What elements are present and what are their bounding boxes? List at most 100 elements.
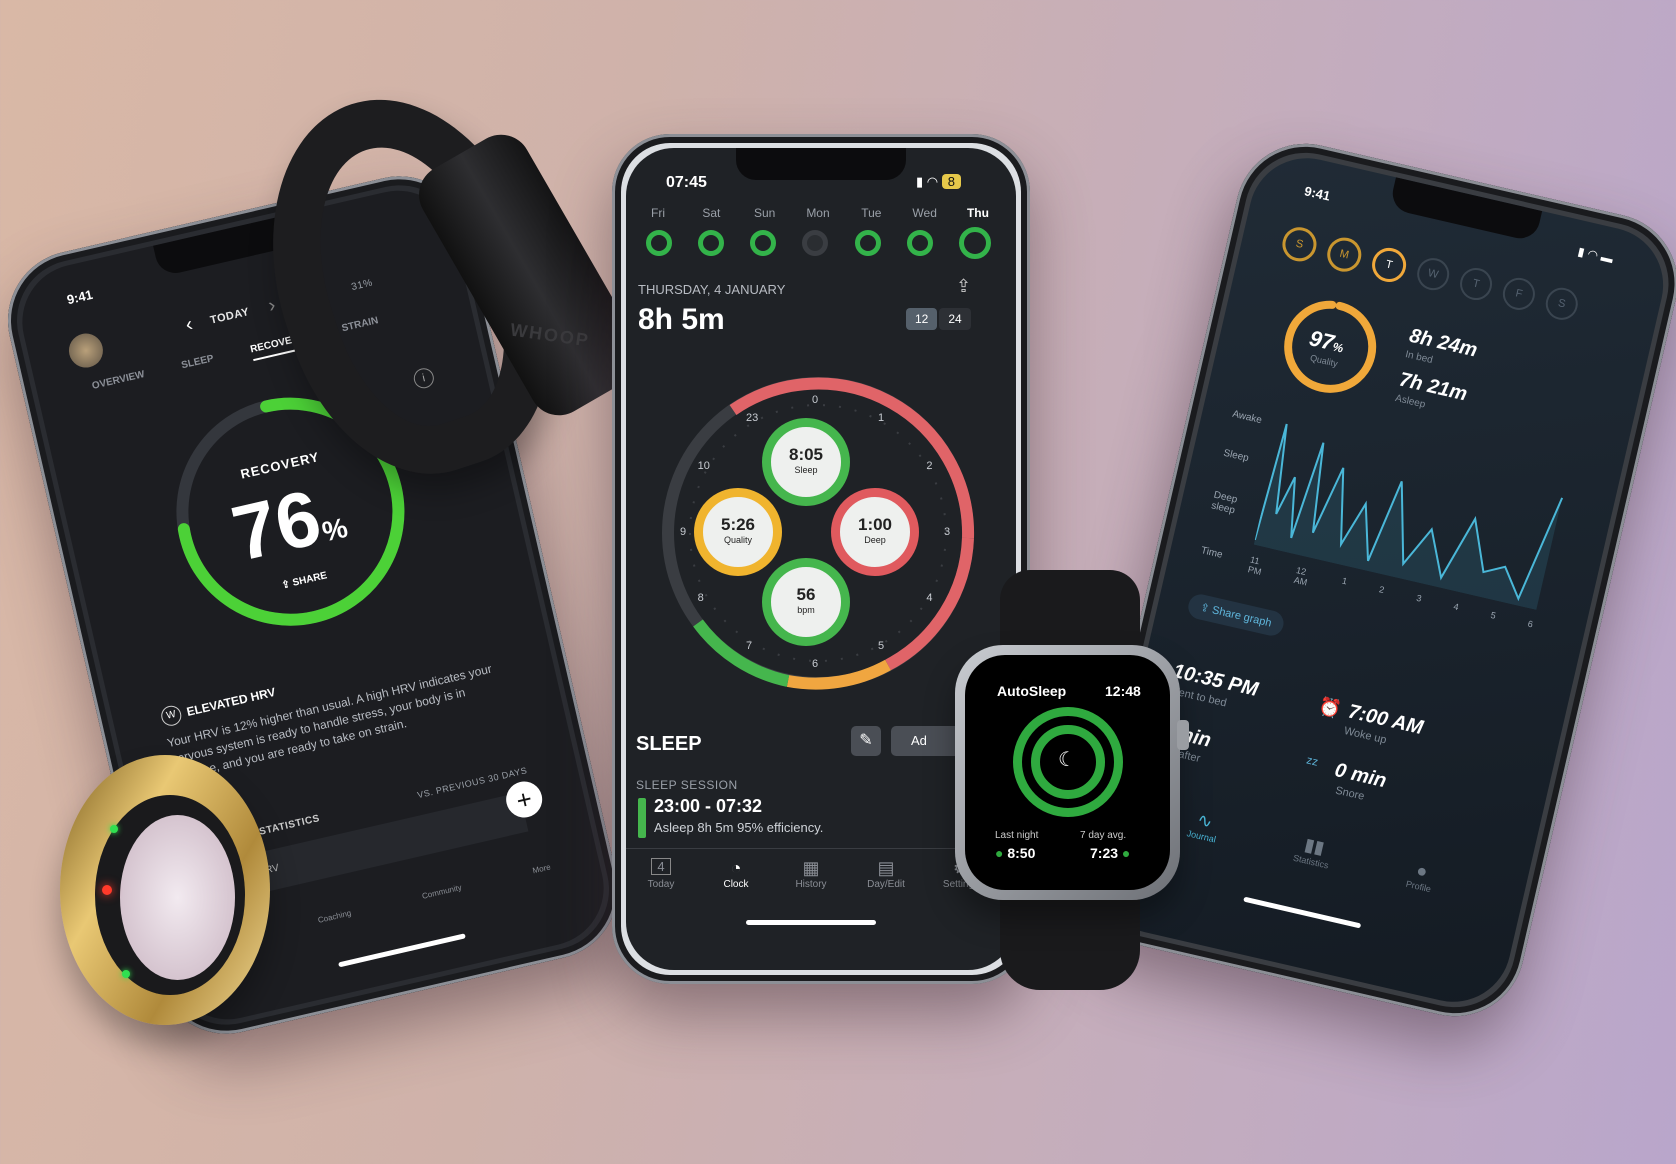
day-w[interactable]: W bbox=[1413, 254, 1453, 294]
prev-day-icon[interactable]: ‹ bbox=[183, 313, 195, 337]
day-sun[interactable]: Sun bbox=[745, 206, 785, 220]
deep-ring-label: Deep bbox=[864, 535, 886, 545]
clock-number: 4 bbox=[926, 592, 933, 604]
day-fri[interactable]: Fri bbox=[638, 206, 678, 220]
tab-today[interactable]: 4 Today bbox=[631, 858, 691, 890]
session-time: 23:00 - 07:32 bbox=[654, 796, 763, 816]
clock-number: 1 bbox=[878, 411, 885, 424]
day-ring-fri[interactable] bbox=[646, 230, 672, 256]
quality-ring[interactable]: 5:26 Quality bbox=[694, 488, 782, 576]
duration-value: 8h 5m bbox=[638, 303, 725, 336]
tick-12am: 12 AM bbox=[1292, 565, 1309, 588]
day-ring-wed[interactable] bbox=[906, 230, 933, 256]
clock-number: 5 bbox=[878, 640, 885, 653]
edit-icon[interactable]: ✎ bbox=[851, 726, 881, 756]
clock-number: 8 bbox=[697, 592, 704, 604]
bpm-ring-label: bpm bbox=[797, 605, 815, 615]
share-graph-button[interactable]: ⇪ Share graph bbox=[1185, 591, 1286, 639]
nav-journal[interactable]: ∿ Journal bbox=[1186, 808, 1222, 844]
tick-5: 5 bbox=[1489, 609, 1497, 621]
watch-crown[interactable] bbox=[1177, 720, 1189, 750]
watch-last-label: Last night bbox=[995, 830, 1039, 841]
chart-ylabel-sleep: Sleep bbox=[1222, 447, 1250, 465]
watch-screen: AutoSleep 12:48 ☾ Last night ● 8:50 7 da… bbox=[965, 655, 1170, 890]
session-detail: Asleep 8h 5m 95% efficiency. bbox=[654, 820, 824, 835]
moon-icon: ☾ bbox=[1058, 749, 1076, 771]
status-time: 9:41 bbox=[1302, 183, 1332, 204]
status-icons: ▮ ◠ 8 bbox=[916, 174, 961, 190]
toggle-12[interactable]: 12 bbox=[906, 308, 938, 330]
home-indicator bbox=[1243, 896, 1362, 929]
watch-avg-value: 7:23 ● bbox=[1090, 845, 1131, 861]
chart-ylabel-deep: Deep sleep bbox=[1210, 489, 1239, 517]
tab-dayedit-label: Day/Edit bbox=[867, 879, 905, 890]
day-thu[interactable]: Thu bbox=[958, 206, 998, 220]
day-tue[interactable]: Tue bbox=[851, 206, 891, 220]
day-s2[interactable]: S bbox=[1542, 284, 1581, 324]
tab-history-label: History bbox=[795, 879, 827, 890]
nav-profile[interactable]: ● Profile bbox=[1405, 858, 1437, 894]
session-bar bbox=[638, 798, 646, 838]
tab-today-label: Today bbox=[647, 879, 675, 890]
snore-icon: ᶻᶻ bbox=[1304, 754, 1320, 774]
sleep-ring-value: 8:05 bbox=[788, 445, 824, 464]
nav-coaching[interactable]: Coaching bbox=[317, 908, 352, 924]
tab-sleep[interactable]: SLEEP bbox=[180, 353, 216, 377]
watch-time: 12:48 bbox=[1105, 683, 1141, 699]
share-icon[interactable]: ⇪ bbox=[956, 276, 971, 297]
day-t1[interactable]: T bbox=[1368, 244, 1410, 286]
calendar-icon: 4 bbox=[651, 858, 671, 875]
watch-strap-bottom bbox=[1000, 890, 1140, 990]
nav-community[interactable]: Community bbox=[421, 883, 462, 901]
smart-watch: AutoSleep 12:48 ☾ Last night ● 8:50 7 da… bbox=[955, 570, 1189, 1000]
tab-history[interactable]: ▦ History bbox=[781, 858, 841, 890]
clock-number: 7 bbox=[746, 640, 753, 653]
watch-last-value: ● 8:50 bbox=[995, 845, 1036, 861]
watch-app-name: AutoSleep bbox=[997, 683, 1067, 699]
quality-ring-value: 5:26 bbox=[720, 515, 756, 534]
day-s1[interactable]: S bbox=[1279, 223, 1320, 265]
day-ring-tue[interactable] bbox=[854, 230, 881, 256]
sleep-ring-label: Sleep bbox=[794, 465, 818, 475]
ring-sensor-led bbox=[102, 885, 112, 895]
watch-last-number: 8:50 bbox=[1007, 845, 1036, 861]
status-time: 9:41 bbox=[65, 286, 95, 308]
day-wed[interactable]: Wed bbox=[905, 206, 945, 220]
tab-dayedit[interactable]: ▤ Day/Edit bbox=[856, 858, 916, 890]
today-label: TODAY bbox=[209, 305, 251, 327]
status-time: 07:45 bbox=[666, 174, 707, 191]
clock-number: 0 bbox=[812, 394, 819, 406]
clock-icon: ◔ bbox=[730, 858, 742, 878]
clock-number: 3 bbox=[944, 526, 951, 538]
clock-number: 9 bbox=[680, 526, 687, 538]
quality-ring-label: Quality bbox=[723, 535, 752, 545]
deep-ring[interactable]: 1:00 Deep bbox=[831, 488, 919, 576]
tab-clock-label: Clock bbox=[723, 879, 749, 890]
day-ring-sun[interactable] bbox=[750, 230, 777, 256]
day-ring-thu[interactable] bbox=[958, 227, 991, 259]
day-t2[interactable]: T bbox=[1456, 264, 1496, 304]
watch-avg-number: 7:23 bbox=[1090, 845, 1119, 861]
bpm-ring[interactable]: 56 bpm bbox=[762, 558, 850, 646]
tick-4: 4 bbox=[1452, 601, 1460, 613]
clock-number: 6 bbox=[812, 658, 819, 670]
day-m[interactable]: M bbox=[1323, 234, 1365, 276]
hour-toggle[interactable]: 12 24 bbox=[906, 308, 971, 330]
toggle-24[interactable]: 24 bbox=[939, 308, 971, 330]
day-ring-sat[interactable] bbox=[698, 230, 725, 256]
sleep-ring[interactable]: 8:05 Sleep bbox=[762, 418, 850, 506]
day-sat[interactable]: Sat bbox=[691, 206, 731, 220]
day-f[interactable]: F bbox=[1499, 274, 1539, 314]
nav-statistics[interactable]: ▮▮ Statistics bbox=[1292, 832, 1334, 870]
tab-overview[interactable]: OVERVIEW bbox=[91, 369, 147, 398]
smart-ring bbox=[40, 755, 290, 1055]
clock-number: 10 bbox=[697, 460, 710, 472]
day-ring-mon[interactable] bbox=[802, 230, 829, 256]
home-indicator bbox=[746, 920, 876, 925]
nav-more[interactable]: More bbox=[532, 862, 552, 875]
tick-1: 1 bbox=[1341, 575, 1349, 587]
day-mon[interactable]: Mon bbox=[798, 206, 838, 220]
tab-clock[interactable]: ◔ Clock bbox=[706, 858, 766, 890]
avatar[interactable] bbox=[65, 330, 107, 371]
bpm-ring-value: 56 bbox=[796, 585, 816, 604]
